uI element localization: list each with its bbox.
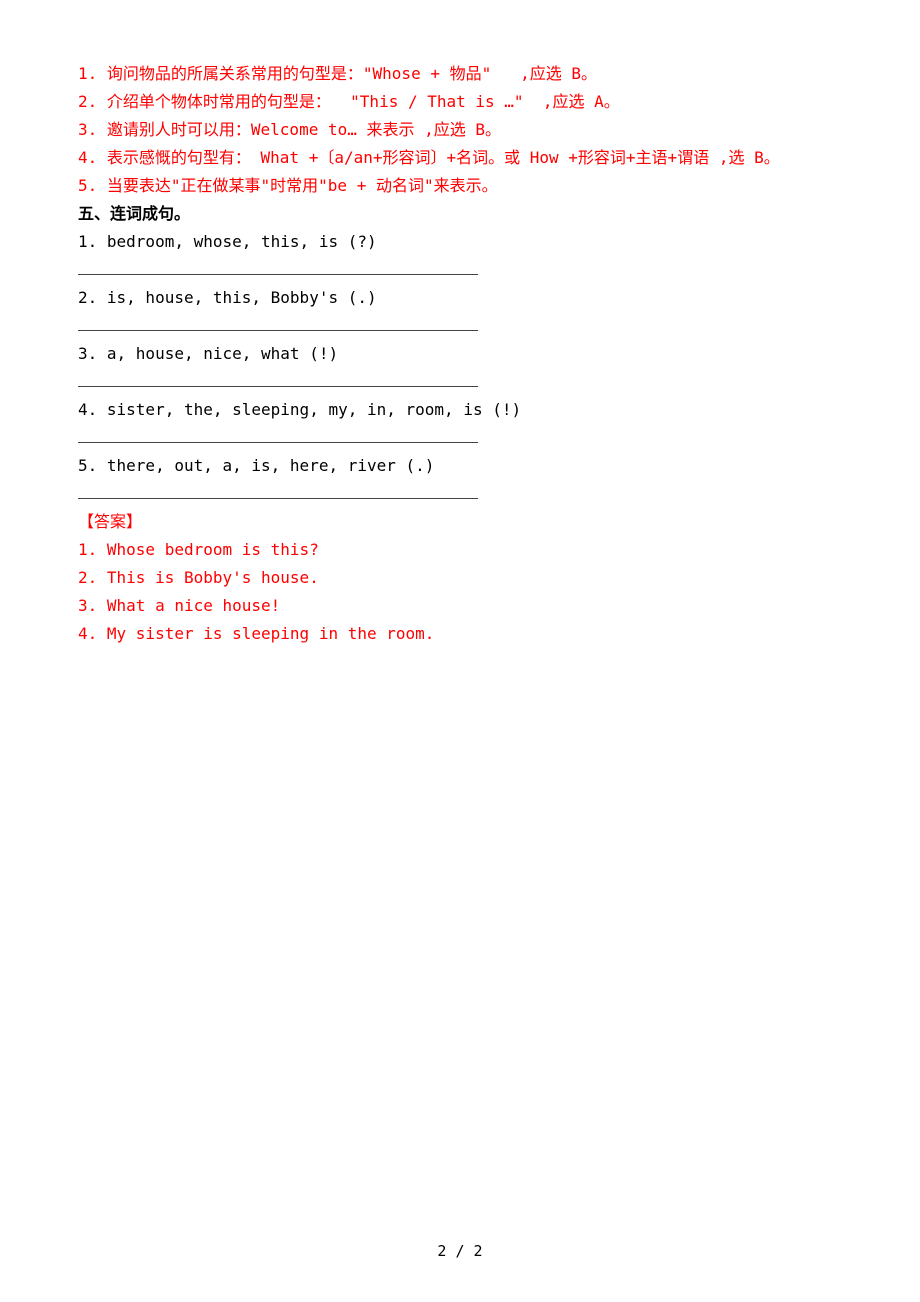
answer-1: 1. Whose bedroom is this? [78, 536, 842, 564]
intro-line-1: 1. 询问物品的所属关系常用的句型是："Whose + 物品" ,应选 B。 [78, 60, 842, 88]
question-4: 4. sister, the, sleeping, my, in, room, … [78, 396, 842, 424]
answer-blank-3 [78, 368, 842, 396]
page: 1. 询问物品的所属关系常用的句型是："Whose + 物品" ,应选 B。 2… [0, 0, 920, 1302]
intro-line-5: 5. 当要表达"正在做某事"时常用"be + 动名词"来表示。 [78, 172, 842, 200]
answer-3: 3. What a nice house! [78, 592, 842, 620]
answers-label: 【答案】 [78, 508, 842, 536]
question-2: 2. is, house, this, Bobby's (.) [78, 284, 842, 312]
intro-line-3: 3. 邀请别人时可以用：Welcome to… 来表示 ,应选 B。 [78, 116, 842, 144]
answer-2: 2. This is Bobby's house. [78, 564, 842, 592]
intro-line-4: 4. 表示感慨的句型有： What +〔a/an+形容词〕+名词。或 How +… [78, 144, 842, 172]
answer-blank-4 [78, 424, 842, 452]
intro-line-2: 2. 介绍单个物体时常用的句型是： "This / That is …" ,应选… [78, 88, 842, 116]
page-footer: 2 / 2 [0, 1238, 920, 1264]
answer-blank-1 [78, 256, 842, 284]
question-1: 1. bedroom, whose, this, is (?) [78, 228, 842, 256]
question-3: 3. a, house, nice, what (!) [78, 340, 842, 368]
answer-blank-5 [78, 480, 842, 508]
question-5: 5. there, out, a, is, here, river (.) [78, 452, 842, 480]
answer-4: 4. My sister is sleeping in the room. [78, 620, 842, 648]
answer-blank-2 [78, 312, 842, 340]
section-title: 五、连词成句。 [78, 200, 842, 228]
